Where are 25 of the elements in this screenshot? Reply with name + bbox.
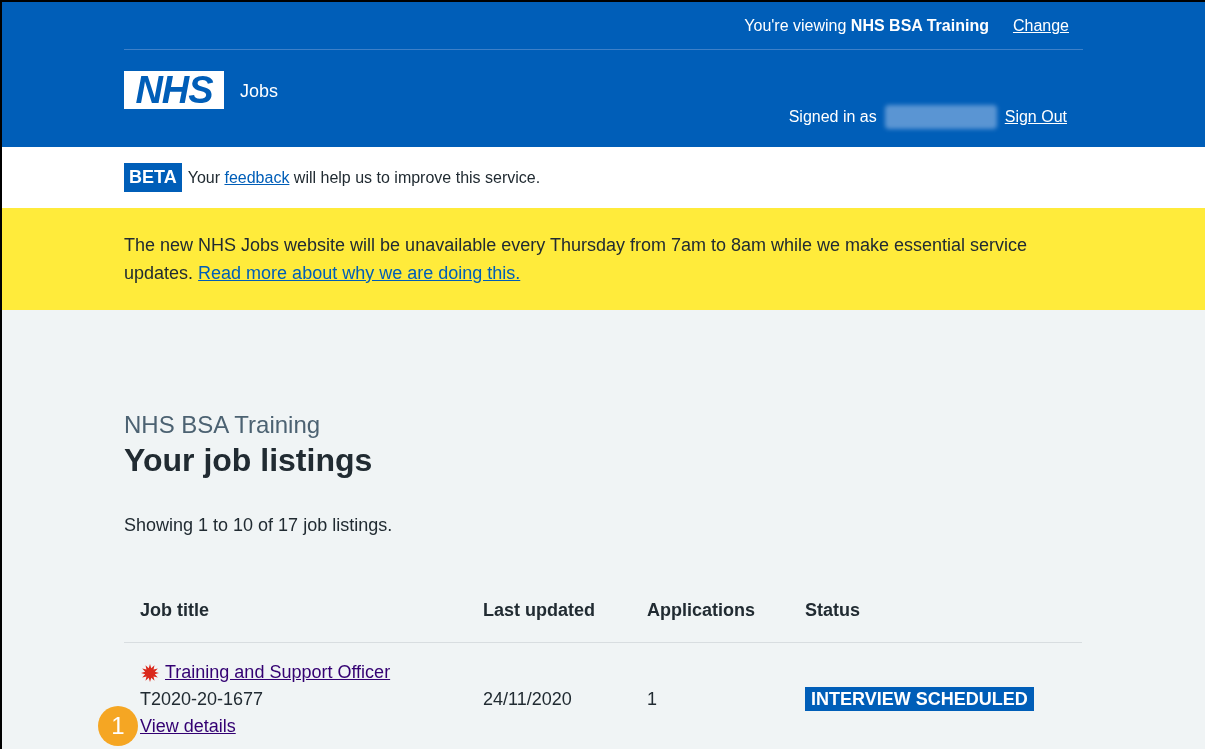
table-cell: 24/11/2020	[467, 642, 631, 740]
table-cell: 1	[631, 642, 789, 740]
column-header: Last updated	[467, 597, 631, 643]
change-link[interactable]: Change	[1012, 13, 1069, 38]
feedback-link[interactable]: feedback	[224, 168, 290, 186]
read-more-link[interactable]: Read more about why we are doing this.	[198, 263, 521, 283]
feedback-text: Your feedback will help us to improve this service.	[187, 167, 541, 188]
job-title-link[interactable]: Training and Support Officer	[165, 659, 391, 686]
beta-tag: BETA	[124, 163, 182, 192]
results-summary: Showing 1 to 10 of 17 job listings.	[124, 514, 394, 537]
sign-out-link[interactable]: Sign Out	[1004, 105, 1067, 129]
column-header: Status	[789, 597, 1082, 643]
job-reference: T2020-20-1677	[140, 688, 265, 711]
service-name: Jobs	[240, 80, 279, 103]
page-heading: Your job listings	[124, 441, 374, 480]
nhs-logo: NHS	[124, 71, 224, 109]
notice-text: The new NHS Jobs website will be unavailable every Thursday from 7am to 8am while we make essential service updates. Read more about why we are doing this.	[124, 234, 1029, 285]
step-number-badge: 1	[98, 706, 138, 746]
view-details-link[interactable]: View details	[140, 716, 236, 736]
viewing-organisation-text: You're viewing NHS BSA Training	[744, 15, 989, 36]
status-tag: INTERVIEW SCHEDULED	[805, 687, 1034, 711]
column-header: Applications	[631, 597, 789, 643]
column-header: Job title	[124, 597, 467, 643]
page-caption: NHS BSA Training	[124, 410, 322, 440]
signed-in-label: Signed in as	[788, 107, 877, 127]
